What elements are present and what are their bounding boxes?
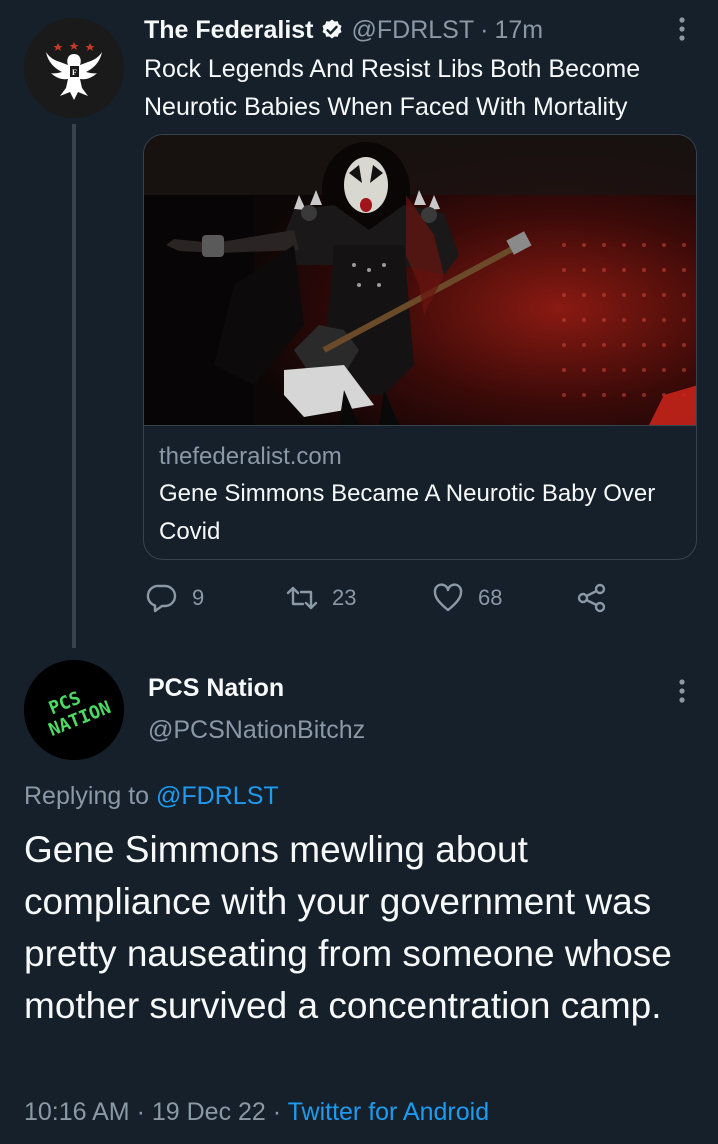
replying-mention-link[interactable]: @FDRLST [156, 782, 279, 810]
tweet2-time[interactable]: 10:16 AM [24, 1098, 130, 1126]
heart-icon [433, 583, 463, 612]
federalist-avatar[interactable]: F [24, 18, 124, 118]
tweet1-handle[interactable]: @FDRLST [352, 16, 475, 45]
tweet2-meta: 10:16 AM · 19 Dec 22 · Twitter for Andro… [24, 1098, 489, 1127]
reply-button[interactable]: 9 [146, 582, 204, 614]
retweet-button[interactable]: 23 [286, 582, 356, 614]
meta-separator: · [136, 1098, 145, 1126]
verified-badge-icon [320, 18, 344, 42]
like-button[interactable]: 68 [432, 582, 502, 614]
tweet1-header: The Federalist @FDRLST · 17m [144, 12, 543, 48]
svg-text:F: F [72, 68, 77, 77]
tweet1-text: Rock Legends And Resist Libs Both Become… [144, 55, 641, 121]
pcs-nation-avatar[interactable]: PCS NATION [24, 660, 124, 760]
reply-count: 9 [192, 585, 205, 610]
replying-prefix: Replying to [24, 782, 150, 810]
tweet1-more-icon[interactable] [670, 14, 694, 44]
pcs-nation-logo-icon: PCS NATION [24, 660, 124, 760]
eagle-logo-icon: F [24, 18, 124, 118]
replying-to: Replying to @FDRLST [24, 782, 279, 811]
tweet1-display-name[interactable]: The Federalist [144, 16, 314, 45]
like-count: 68 [478, 585, 503, 610]
rock-performer-photo [144, 135, 696, 425]
card-title: Gene Simmons Became A Neurotic Baby Over… [159, 480, 656, 545]
tweet1-time[interactable]: 17m [494, 16, 543, 45]
tweet2-source-link[interactable]: Twitter for Android [288, 1098, 489, 1126]
tweet2-more-icon[interactable] [670, 676, 694, 706]
share-icon [577, 583, 606, 613]
tweet2-date[interactable]: 19 Dec 22 [152, 1098, 266, 1126]
share-button[interactable] [576, 582, 622, 614]
card-domain: thefederalist.com [159, 443, 342, 470]
link-card[interactable]: thefederalist.com Gene Simmons Became A … [143, 134, 697, 560]
tweet1-actions: 9 23 68 [146, 582, 616, 618]
tweet2-handle[interactable]: @PCSNationBitchz [148, 716, 365, 745]
tweet2-display-name[interactable]: PCS Nation [148, 674, 284, 703]
card-divider [144, 425, 696, 426]
reply-icon [146, 584, 177, 613]
retweet-icon [286, 586, 318, 610]
tweet1-separator: · [480, 15, 489, 44]
tweet2-text: Gene Simmons mewling about compliance wi… [24, 829, 672, 1026]
meta-separator: · [272, 1098, 282, 1126]
thread-line [72, 124, 76, 648]
retweet-count: 23 [332, 585, 357, 610]
